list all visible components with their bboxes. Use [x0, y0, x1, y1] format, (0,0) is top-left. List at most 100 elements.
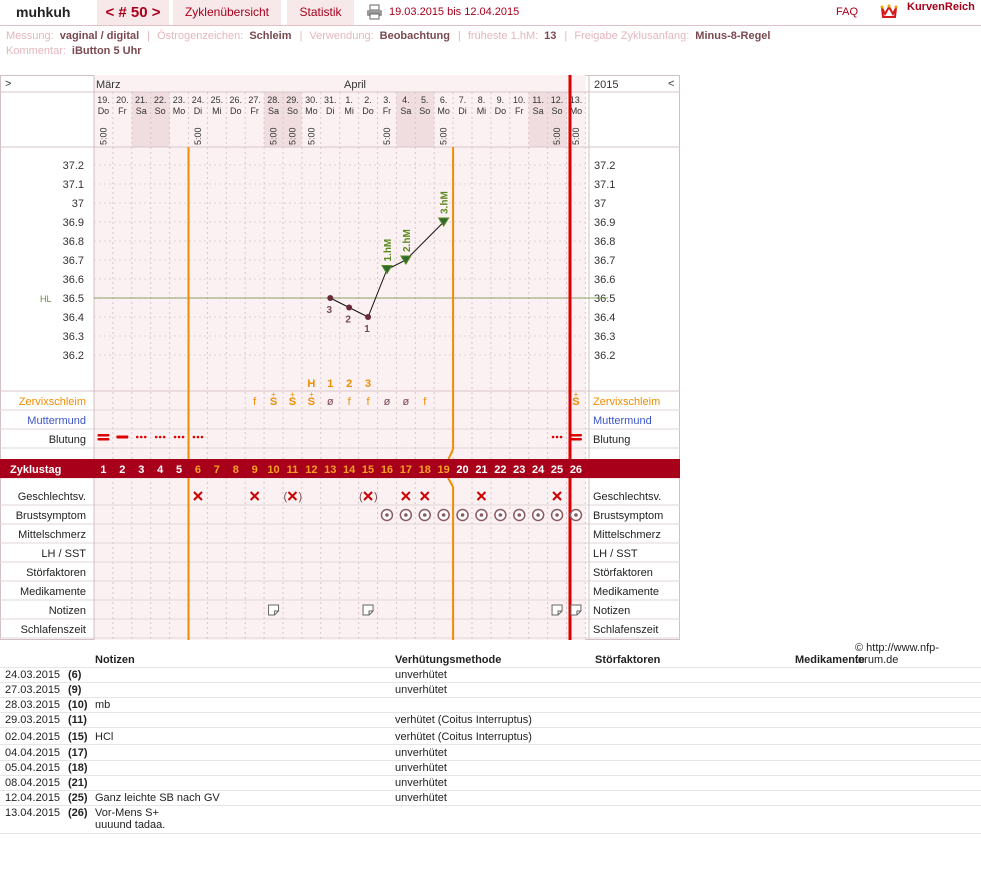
mucus-symbol: ø [327, 396, 334, 408]
notes-date: 05.04.2015 [5, 762, 61, 774]
mucus-symbol: ø [402, 396, 409, 408]
faq-link[interactable]: FAQ [836, 0, 858, 25]
bleeding-light [158, 435, 162, 439]
notes-text-line2: uuuund tadaa. [95, 819, 166, 831]
mucus-plus: + [271, 390, 276, 399]
weekday: Mo [173, 106, 186, 116]
measure-time: 5:00 [98, 127, 108, 145]
notes-cycle-day: (18) [68, 762, 88, 774]
crown-icon[interactable] [880, 2, 898, 20]
day-number: 2. [364, 95, 372, 105]
cycle-day-number: 4 [157, 464, 164, 476]
breast-symptom-dot [441, 513, 446, 517]
notes-text: mb [95, 699, 111, 711]
weekday: Mo [437, 106, 450, 116]
row-label-stoer: Störfaktoren [26, 567, 86, 579]
day-number: 24. [192, 95, 205, 105]
notes-row: 13.04.2015 (26) Vor-Mens S+ uuuund tadaa. [0, 806, 981, 834]
weekday: Di [326, 106, 335, 116]
row-label-schlaf: Schlafenszeit [21, 624, 86, 636]
freigabe-value: Minus-8-Regel [695, 30, 771, 42]
cycle-day-number: 3 [138, 464, 144, 476]
cycle-day-number: 15 [362, 464, 374, 476]
freigabe-label: Freigabe Zyklusanfang: [574, 30, 690, 42]
cycle-day-number: 14 [343, 464, 356, 476]
notes-text: HCl [95, 731, 114, 743]
notes-row: 05.04.2015 (18) unverhütet [0, 761, 981, 776]
row-label-right-zervix: Zervixschleim [593, 396, 660, 408]
bleeding-light [135, 435, 139, 439]
cycle-day-number: 12 [305, 464, 317, 476]
notes-date: 24.03.2015 [5, 669, 61, 681]
printer-icon[interactable] [366, 4, 383, 20]
notes-row: 24.03.2015 (6) unverhütet [0, 668, 981, 683]
notes-date: 04.04.2015 [5, 747, 61, 759]
tab-statistics[interactable]: Statistik [287, 0, 354, 25]
notes-date: 02.04.2015 [5, 731, 61, 743]
day-number: 27. [248, 95, 261, 105]
notes-date: 12.04.2015 [5, 792, 61, 804]
y-tick-label: 36.2 [63, 350, 84, 362]
y-tick-label-right: 37.2 [594, 160, 615, 172]
day-number: 1. [345, 95, 353, 105]
tab-cycle-overview[interactable]: Zyklenübersicht [173, 0, 281, 25]
high-measure-label: 1.hM [383, 239, 394, 262]
y-tick-label-right: 36.3 [594, 331, 615, 343]
y-tick-label: 36.9 [63, 217, 84, 229]
notes-method: verhütet (Coitus Interruptus) [395, 731, 532, 743]
weekday: Do [230, 106, 242, 116]
cycle-day-number: 20 [456, 464, 468, 476]
verwendung-label: Verwendung: [309, 30, 374, 42]
low-count-label: 2 [345, 315, 351, 326]
cycle-day-number: 7 [214, 464, 220, 476]
cycle-navigator[interactable]: < # 50 > [97, 0, 169, 25]
day-number: 20. [116, 95, 129, 105]
day-number: 31. [324, 95, 337, 105]
breast-symptom-dot [422, 513, 427, 517]
notes-text: Vor-Mens S+ [95, 807, 159, 819]
peak-label: H [307, 378, 315, 390]
cycle-day-number: 11 [287, 464, 299, 476]
notes-date: 29.03.2015 [5, 714, 61, 726]
y-tick-label: 36.8 [63, 236, 84, 248]
weekday: Fr [383, 106, 392, 116]
cycle-day-number: 5 [176, 464, 182, 476]
verwendung-value: Beobachtung [379, 30, 450, 42]
notes-method: unverhütet [395, 762, 447, 774]
weekday: Sa [533, 106, 544, 116]
nav-next-icon: < [668, 78, 674, 90]
weekday: Fr [515, 106, 524, 116]
cycle-day-number: 21 [475, 464, 487, 476]
day-number: 10. [513, 95, 526, 105]
weekday: Sa [400, 106, 411, 116]
breast-symptom-dot [517, 513, 522, 517]
day-number: 9. [497, 95, 505, 105]
bleeding-light [181, 435, 185, 439]
y-tick-label: 36.3 [63, 331, 84, 343]
bleeding-light [555, 435, 559, 439]
measure-time: 5:00 [193, 127, 203, 145]
logo-text[interactable]: KurvenReich [907, 0, 975, 20]
day-number: 12. [551, 95, 564, 105]
bleeding-heavy [97, 438, 110, 441]
y-tick-label-right: 37.1 [594, 179, 615, 191]
month-label: April [344, 79, 366, 91]
oestrogen-label: Östrogenzeichen: [157, 30, 244, 42]
notes-method: unverhütet [395, 777, 447, 789]
row-label-mutter: Muttermund [27, 415, 86, 427]
day-number: 5. [421, 95, 429, 105]
bleeding-light [173, 435, 177, 439]
bleeding-medium [116, 435, 129, 439]
y-tick-label: 36.5 [63, 293, 84, 305]
day-number: 3. [383, 95, 391, 105]
day-number: 23. [173, 95, 186, 105]
day-number: 28. [267, 95, 280, 105]
cycle-day-number: 19 [438, 464, 450, 476]
cycle-day-number: 16 [381, 464, 393, 476]
measure-time: 5:00 [552, 127, 562, 145]
weekday: So [155, 106, 166, 116]
breast-symptom-dot [385, 513, 389, 517]
notes-header: Notizen Verhütungsmethode Störfaktoren M… [0, 653, 981, 668]
breast-symptom-dot [404, 513, 408, 517]
measure-time: 5:00 [306, 127, 316, 145]
